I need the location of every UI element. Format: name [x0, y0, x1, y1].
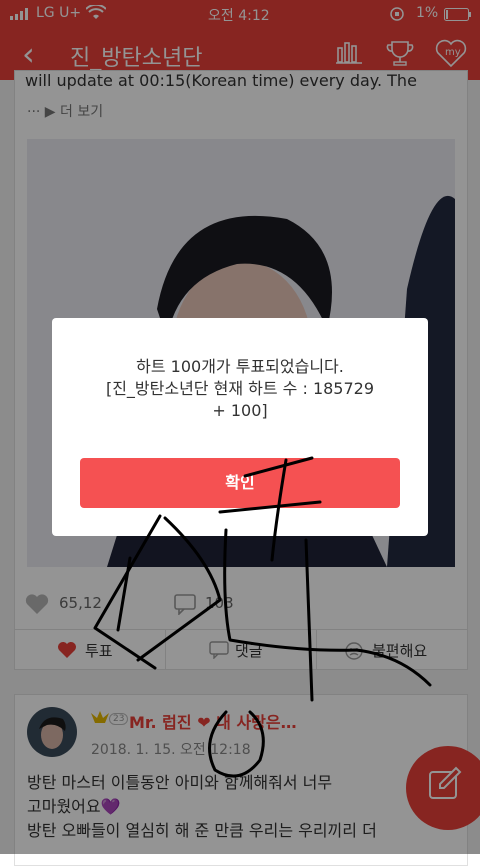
handwriting-scribble: [93, 456, 432, 778]
